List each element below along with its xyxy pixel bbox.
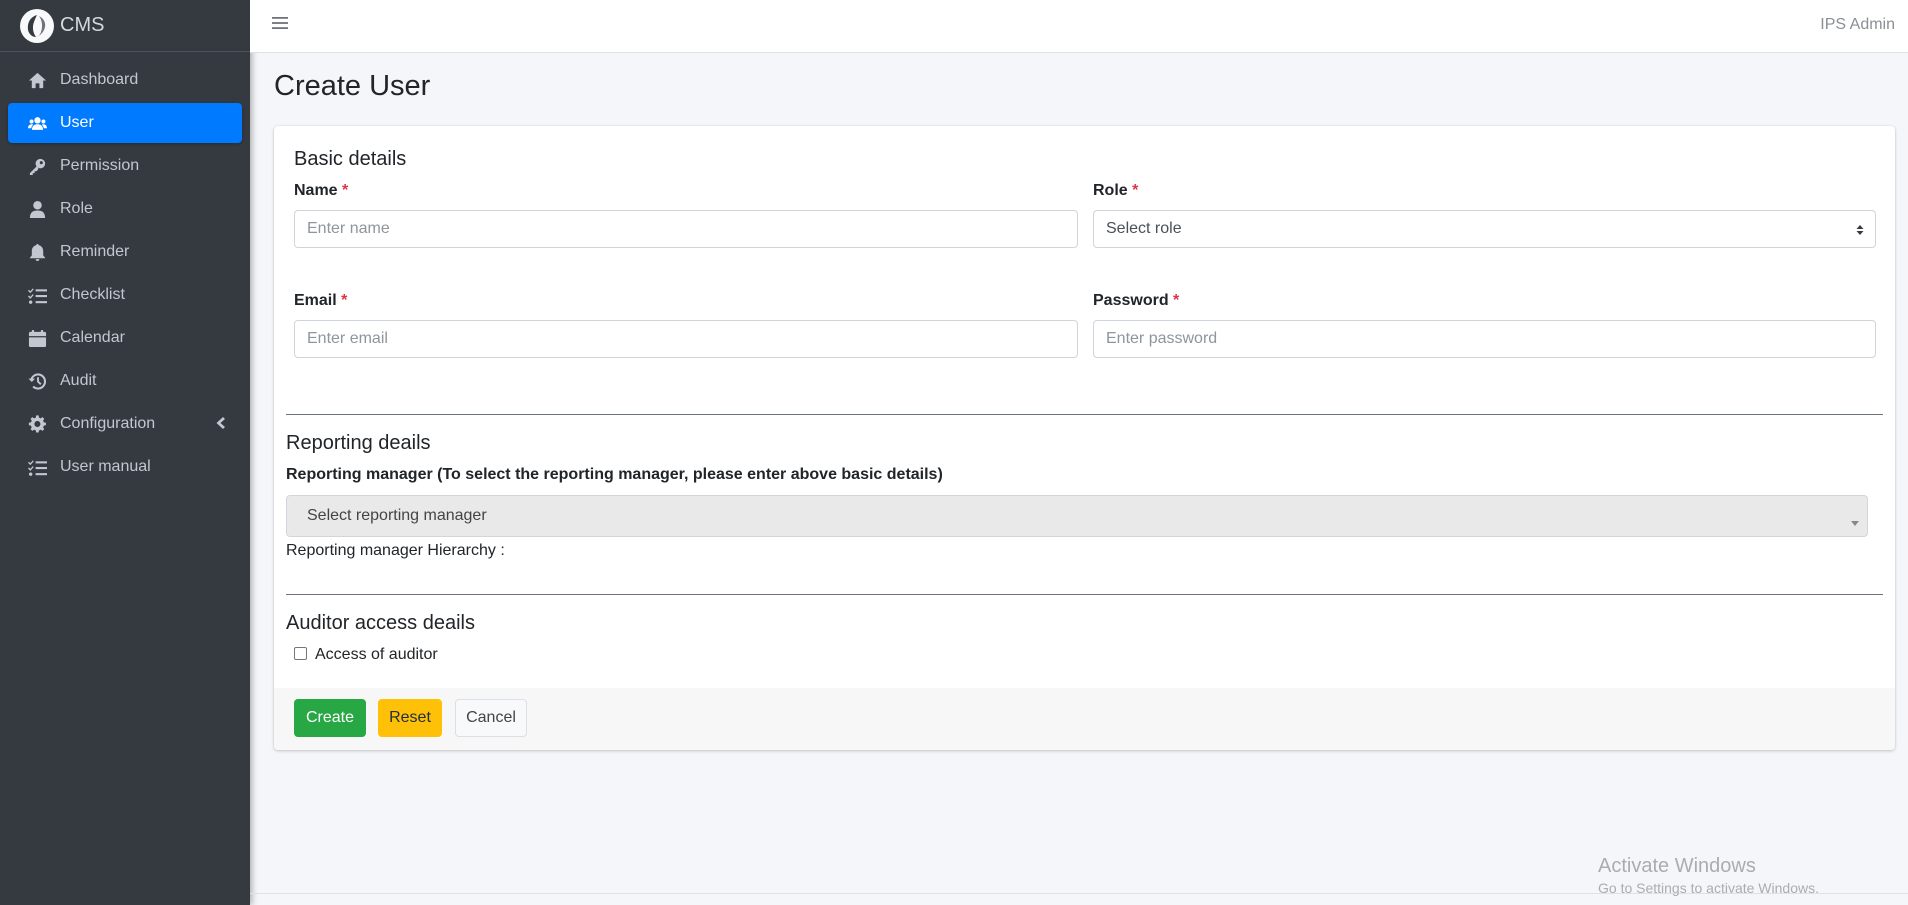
list-check-icon <box>26 284 48 306</box>
key-icon <box>26 155 48 177</box>
watermark-title: Activate Windows <box>1598 855 1756 877</box>
role-select[interactable]: Select role <box>1093 210 1876 248</box>
password-label: Password * <box>1093 292 1179 310</box>
section-divider <box>286 594 1883 595</box>
list-icon <box>26 456 48 478</box>
sidebar: CMS Dashboard User Permission Role Remin… <box>0 0 250 905</box>
sidebar-item-permission[interactable]: Permission <box>8 146 242 186</box>
chevron-left-icon <box>214 416 228 432</box>
feather-logo-icon <box>20 8 54 43</box>
windows-activation-watermark: Activate Windows Go to Settings to activ… <box>1598 855 1819 896</box>
auditor-access-label: Access of auditor <box>315 646 438 663</box>
user-icon <box>26 198 48 220</box>
brand-link[interactable]: CMS <box>0 0 250 52</box>
sidebar-item-user[interactable]: User <box>8 103 242 143</box>
sidebar-item-calendar[interactable]: Calendar <box>8 318 242 358</box>
name-label-text: Name <box>294 182 338 199</box>
history-icon <box>26 370 48 392</box>
sidebar-item-checklist[interactable]: Checklist <box>8 275 242 315</box>
sidebar-item-label: Calendar <box>60 329 125 346</box>
name-input[interactable] <box>294 210 1078 248</box>
sidebar-item-role[interactable]: Role <box>8 189 242 229</box>
email-input[interactable] <box>294 320 1078 358</box>
sidebar-item-label: Permission <box>60 157 140 174</box>
role-label-text: Role <box>1093 182 1128 199</box>
required-mark: * <box>341 292 348 309</box>
gear-icon <box>26 413 48 435</box>
brand-name: CMS <box>60 14 105 36</box>
sidebar-item-label: User manual <box>60 458 151 475</box>
sidebar-item-label: Dashboard <box>60 71 139 88</box>
role-select-value: Select role <box>1106 220 1182 237</box>
sidebar-nav: Dashboard User Permission Role Reminder … <box>0 52 250 487</box>
password-label-text: Password <box>1093 292 1169 309</box>
sidebar-item-audit[interactable]: Audit <box>8 361 242 401</box>
card-footer: Create Reset Cancel <box>274 688 1895 750</box>
caret-down-icon <box>1851 514 1859 526</box>
home-icon <box>26 69 48 91</box>
sidebar-item-reminder[interactable]: Reminder <box>8 232 242 272</box>
name-label: Name * <box>294 182 348 200</box>
create-button[interactable]: Create <box>294 699 366 737</box>
calendar-icon <box>26 327 48 349</box>
top-navbar: IPS Admin <box>250 0 1908 53</box>
required-mark: * <box>342 182 349 199</box>
reporting-hierarchy-label: Reporting manager Hierarchy : <box>286 542 505 559</box>
required-mark: * <box>1132 182 1139 199</box>
sidebar-item-label: Role <box>60 200 93 217</box>
watermark-subtitle: Go to Settings to activate Windows. <box>1598 880 1819 896</box>
section-divider <box>286 414 1883 415</box>
email-label-text: Email <box>294 292 337 309</box>
sidebar-item-configuration[interactable]: Configuration <box>8 404 242 444</box>
sidebar-item-label: Configuration <box>60 415 156 432</box>
sidebar-item-label: Checklist <box>60 286 125 303</box>
sidebar-item-label: Reminder <box>60 243 130 260</box>
page-title: Create User <box>274 70 431 102</box>
required-mark: * <box>1173 292 1180 309</box>
users-icon <box>26 112 48 134</box>
password-input[interactable] <box>1093 320 1876 358</box>
cancel-button[interactable]: Cancel <box>455 699 527 737</box>
email-label: Email * <box>294 292 347 310</box>
hamburger-icon[interactable] <box>272 15 292 35</box>
sidebar-item-user-manual[interactable]: User manual <box>8 447 242 487</box>
role-label: Role * <box>1093 182 1138 200</box>
sidebar-item-label: Audit <box>60 372 97 389</box>
auditor-access-title: Auditor access deails <box>286 612 475 634</box>
basic-details-title: Basic details <box>294 148 407 170</box>
user-menu[interactable]: IPS Admin <box>1820 16 1895 34</box>
reporting-manager-label: Reporting manager (To select the reporti… <box>286 466 943 483</box>
reporting-manager-select[interactable]: Select reporting manager <box>286 495 1868 537</box>
sort-arrows-icon <box>1855 222 1865 238</box>
auditor-access-row: Access of auditor <box>294 646 438 664</box>
bell-icon <box>26 241 48 263</box>
reporting-manager-value: Select reporting manager <box>307 507 487 524</box>
reset-button[interactable]: Reset <box>378 699 442 737</box>
sidebar-item-dashboard[interactable]: Dashboard <box>8 60 242 100</box>
reporting-details-title: Reporting deails <box>286 432 431 454</box>
create-user-card: Basic details Name * Role * Select role … <box>274 126 1895 750</box>
auditor-access-checkbox[interactable] <box>294 646 307 660</box>
sidebar-item-label: User <box>60 114 94 131</box>
